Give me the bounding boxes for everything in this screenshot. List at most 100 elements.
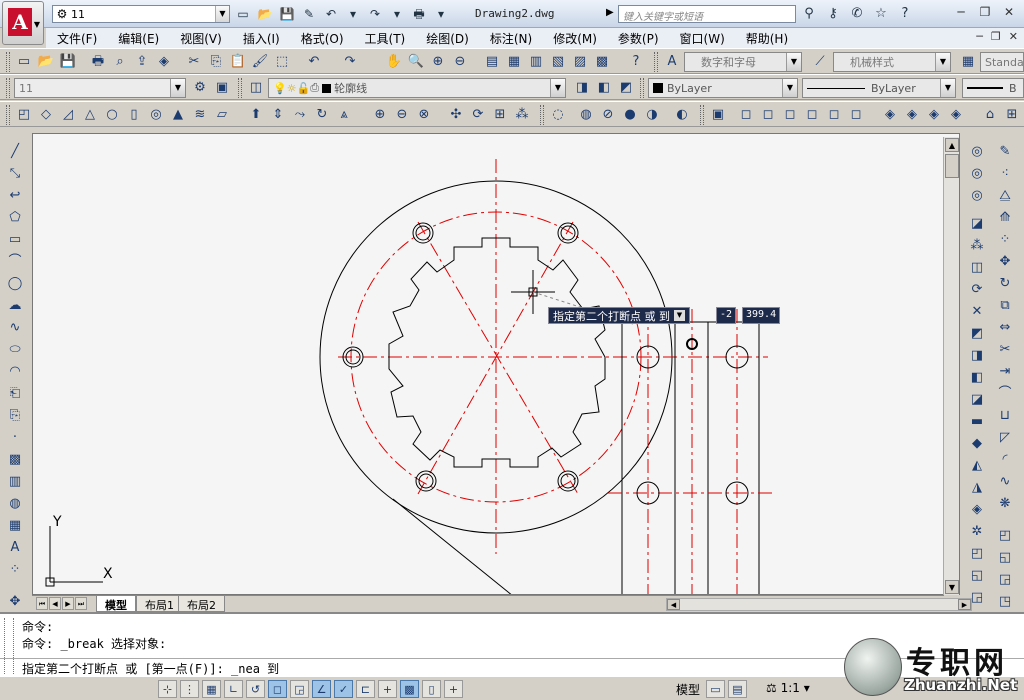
erase-icon[interactable]: ◎ bbox=[967, 142, 987, 162]
stretch-icon[interactable]: ◩ bbox=[967, 324, 987, 344]
named-views-icon[interactable]: ▣ bbox=[708, 105, 728, 125]
undo-icon[interactable]: ↶ bbox=[304, 52, 324, 72]
menu-view[interactable]: 视图(V) bbox=[169, 30, 232, 47]
minimize-icon[interactable]: ─ bbox=[976, 30, 983, 43]
polar-icon[interactable]: ↺ bbox=[246, 680, 265, 698]
annotation-scale-icon[interactable]: ⚖ bbox=[766, 681, 777, 695]
union-icon[interactable]: ⊕ bbox=[370, 105, 390, 125]
scroll-up-icon[interactable]: ▲ bbox=[945, 138, 959, 152]
right-view-icon[interactable]: ◻ bbox=[802, 105, 822, 125]
stretch-tool-icon[interactable]: ⇔ bbox=[995, 318, 1015, 338]
visual-style-conceptual-icon[interactable]: ◑ bbox=[642, 105, 662, 125]
point-icon[interactable]: · bbox=[5, 428, 25, 448]
insert-block-icon[interactable]: ⎗ bbox=[5, 384, 25, 404]
copy-icon[interactable]: ⎘ bbox=[206, 52, 226, 72]
chevron-down-icon[interactable]: ▼ bbox=[215, 6, 229, 22]
blend-icon[interactable]: ◈ bbox=[967, 500, 987, 520]
calculator-icon[interactable]: ▩ bbox=[592, 52, 612, 72]
table-style-combo[interactable]: Standa bbox=[980, 52, 1024, 72]
circle-icon[interactable]: ◯ bbox=[5, 274, 25, 294]
tab-model[interactable]: 模型 bbox=[96, 596, 136, 612]
cone-icon[interactable]: △ bbox=[80, 105, 100, 125]
infer-constraints-icon[interactable]: ⊹ bbox=[158, 680, 177, 698]
plot-icon[interactable]: 🖶 bbox=[88, 52, 108, 72]
restore-icon[interactable]: ❐ bbox=[974, 4, 996, 22]
match-properties-icon[interactable]: 🖌 bbox=[250, 52, 270, 72]
multiline-text-icon[interactable]: A bbox=[5, 538, 25, 558]
fillet-tool-icon[interactable]: ◜ bbox=[995, 450, 1015, 470]
menu-modify[interactable]: 修改(M) bbox=[542, 30, 607, 47]
dynamic-input-icon[interactable]: ⊏ bbox=[356, 680, 375, 698]
gradient-icon[interactable]: ▥ bbox=[5, 472, 25, 492]
close-icon[interactable]: ✕ bbox=[998, 4, 1020, 22]
trim-tool-icon[interactable]: ✂ bbox=[995, 340, 1015, 360]
pan-icon[interactable]: ✋ bbox=[384, 52, 404, 72]
redo-icon[interactable]: ↷ bbox=[366, 6, 384, 22]
dynamic-input-field[interactable]: -2 bbox=[716, 307, 737, 324]
menu-draw[interactable]: 绘图(D) bbox=[415, 30, 479, 47]
quick-view-layouts-icon[interactable]: ▭ bbox=[706, 680, 725, 698]
dim-style-combo[interactable]: 机械样式 ▼ bbox=[833, 52, 951, 72]
draw-order-icon[interactable]: ◲ bbox=[995, 570, 1015, 590]
menu-insert[interactable]: 插入(I) bbox=[232, 30, 290, 47]
fillet-icon[interactable]: ◮ bbox=[967, 478, 987, 498]
paste-icon[interactable]: 📋 bbox=[228, 52, 248, 72]
sw-iso-icon[interactable]: ◈ bbox=[880, 105, 900, 125]
binoculars-icon[interactable]: ⚲ bbox=[800, 5, 818, 23]
block-editor-icon[interactable]: ⬚ bbox=[272, 52, 292, 72]
3d-array-icon[interactable]: ⁂ bbox=[512, 105, 532, 125]
more-views-icon[interactable]: ⊞ bbox=[1002, 105, 1022, 125]
region-icon[interactable]: ◍ bbox=[5, 494, 25, 514]
break-at-point-icon[interactable]: ◪ bbox=[967, 390, 987, 410]
snap-mode-icon[interactable]: ⋮ bbox=[180, 680, 199, 698]
open-folder-icon[interactable]: 📂 bbox=[256, 6, 274, 22]
layer-previous-icon[interactable]: ◧ bbox=[594, 78, 614, 98]
chevron-down-icon[interactable]: ▼ bbox=[786, 53, 801, 71]
chevron-down-icon[interactable]: ▼ bbox=[940, 79, 955, 97]
menu-file[interactable]: 文件(F) bbox=[46, 30, 107, 47]
blend-tool-icon[interactable]: ∿ bbox=[995, 472, 1015, 492]
array-icon[interactable]: ⁂ bbox=[967, 236, 987, 256]
cylinder-icon[interactable]: ▯ bbox=[124, 105, 144, 125]
save-as-icon[interactable]: ✎ bbox=[300, 6, 318, 22]
node-icon[interactable]: ⁖ bbox=[995, 164, 1015, 184]
layer-properties-icon[interactable]: ◫ bbox=[246, 78, 266, 98]
polysolid-icon[interactable]: ◰ bbox=[14, 105, 34, 125]
polyline-icon[interactable]: ↩ bbox=[5, 186, 25, 206]
3d-osnap-icon[interactable]: ◲ bbox=[290, 680, 309, 698]
lineweight-icon[interactable]: + bbox=[378, 680, 397, 698]
tab-layout1[interactable]: 布局1 bbox=[136, 596, 183, 612]
new-file-icon[interactable]: ▭ bbox=[234, 6, 252, 22]
array-tool-icon[interactable]: ⁘ bbox=[995, 230, 1015, 250]
tab-last-icon[interactable]: ⏭ bbox=[75, 597, 87, 610]
save-icon[interactable]: 💾 bbox=[58, 52, 78, 72]
intersect-icon[interactable]: ⊗ bbox=[414, 105, 434, 125]
workspace-settings-icon[interactable]: ⚙ bbox=[190, 78, 210, 98]
menu-dimension[interactable]: 标注(N) bbox=[479, 30, 542, 47]
ellipse-icon[interactable]: ⬭ bbox=[5, 340, 25, 360]
text-style-icon[interactable]: A bbox=[662, 52, 682, 72]
tab-next-icon[interactable]: ▶ bbox=[62, 597, 74, 610]
markup-icon[interactable]: ▨ bbox=[570, 52, 590, 72]
scroll-left-icon[interactable]: ◀ bbox=[667, 599, 680, 610]
menu-edit[interactable]: 编辑(E) bbox=[107, 30, 169, 47]
ne-iso-icon[interactable]: ◈ bbox=[924, 105, 944, 125]
rectangle-icon[interactable]: ▭ bbox=[5, 230, 25, 250]
dim-style-icon[interactable]: ⟋ bbox=[810, 52, 830, 72]
lineweight-combo[interactable]: B bbox=[962, 78, 1024, 98]
torus-icon[interactable]: ◎ bbox=[146, 105, 166, 125]
layer-combo[interactable]: 💡 ☼ 🔓 ⎙ 轮廓线 ▼ bbox=[268, 78, 566, 98]
extrude-icon[interactable]: ⬆ bbox=[246, 105, 266, 125]
ungroup-icon[interactable]: ◱ bbox=[995, 548, 1015, 568]
menu-tools[interactable]: 工具(T) bbox=[354, 30, 416, 47]
ucs-icon[interactable]: ✥ bbox=[5, 592, 25, 612]
transparency-icon[interactable]: ▩ bbox=[400, 680, 419, 698]
workspace-combo[interactable]: ⚙ 11 ▼ bbox=[52, 5, 230, 23]
move-icon[interactable]: ◫ bbox=[967, 258, 987, 278]
offset-tool-icon[interactable]: ⟰ bbox=[995, 208, 1015, 228]
3d-move-icon[interactable]: ✣ bbox=[446, 105, 466, 125]
nw-iso-icon[interactable]: ◈ bbox=[946, 105, 966, 125]
pyramid-icon[interactable]: ▲ bbox=[168, 105, 188, 125]
mirror-tool-icon[interactable]: ⧋ bbox=[995, 186, 1015, 206]
object-snap-icon[interactable]: ◻ bbox=[268, 680, 287, 698]
